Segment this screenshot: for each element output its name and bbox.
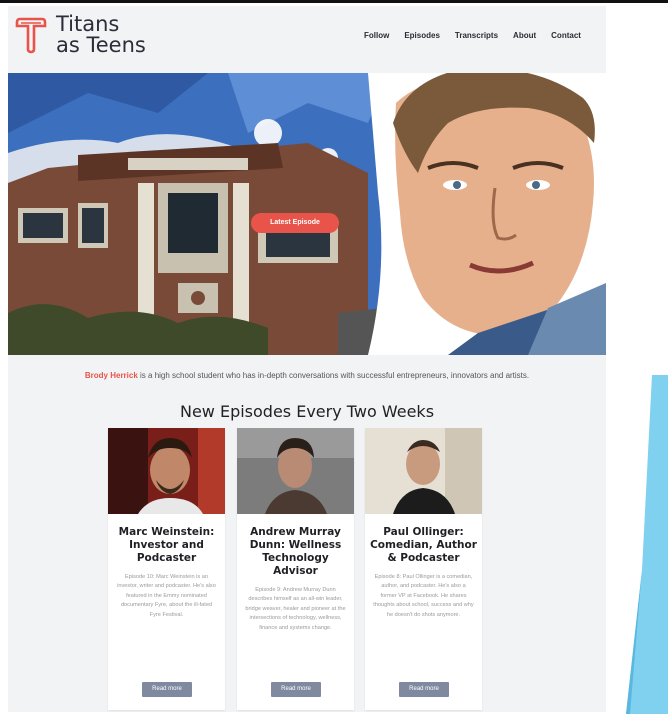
decorative-slash	[626, 375, 668, 714]
episode-description: Episode 10: Marc Weinstein is an investo…	[117, 574, 216, 618]
episode-card[interactable]: Andrew Murray Dunn: Wellness Technology …	[237, 428, 354, 710]
nav-follow[interactable]: Follow	[364, 31, 389, 40]
guest-photo[interactable]	[108, 428, 225, 514]
top-border	[0, 0, 668, 3]
site-header: Titans as Teens Follow Episodes Transcri…	[8, 6, 606, 68]
nav-transcripts[interactable]: Transcripts	[455, 31, 498, 40]
site-logo[interactable]: Titans as Teens	[14, 14, 146, 56]
main-nav: Follow Episodes Transcripts About Contac…	[364, 31, 581, 40]
nav-about[interactable]: About	[513, 31, 536, 40]
episode-title[interactable]: Paul Ollinger: Comedian, Author & Podcas…	[365, 526, 482, 565]
intro-text: Brody Herrick is a high school student w…	[8, 371, 606, 381]
episode-title[interactable]: Andrew Murray Dunn: Wellness Technology …	[237, 526, 354, 578]
nav-contact[interactable]: Contact	[551, 31, 581, 40]
episode-description: Episode 9: Andrew Murray Dunn describes …	[245, 587, 346, 631]
read-more-button[interactable]: Read more	[399, 682, 449, 697]
brand-line-1: Titans	[56, 12, 120, 36]
guest-photo[interactable]	[365, 428, 482, 514]
read-more-button[interactable]: Read more	[271, 682, 321, 697]
section-title: New Episodes Every Two Weeks	[179, 402, 435, 421]
hero-banner: Latest Episode	[8, 73, 606, 355]
episode-card[interactable]: Marc Weinstein: Investor and Podcaster E…	[108, 428, 225, 710]
website-page: Titans as Teens Follow Episodes Transcri…	[8, 6, 606, 712]
guest-photo[interactable]	[237, 428, 354, 514]
episode-title[interactable]: Marc Weinstein: Investor and Podcaster	[108, 526, 225, 565]
nav-episodes[interactable]: Episodes	[404, 31, 440, 40]
episode-card[interactable]: Paul Ollinger: Comedian, Author & Podcas…	[365, 428, 482, 710]
brand-name: Titans as Teens	[56, 14, 146, 56]
read-more-button[interactable]: Read more	[142, 682, 192, 697]
episode-description: Episode 8: Paul Ollinger is a comedian, …	[373, 574, 474, 618]
brand-line-2: as Teens	[56, 33, 146, 57]
intro-description: is a high school student who has in-dept…	[137, 371, 530, 380]
titans-logo-icon	[14, 16, 48, 54]
host-name-link[interactable]: Brody Herrick	[85, 371, 138, 380]
latest-episode-button[interactable]: Latest Episode	[251, 213, 339, 233]
